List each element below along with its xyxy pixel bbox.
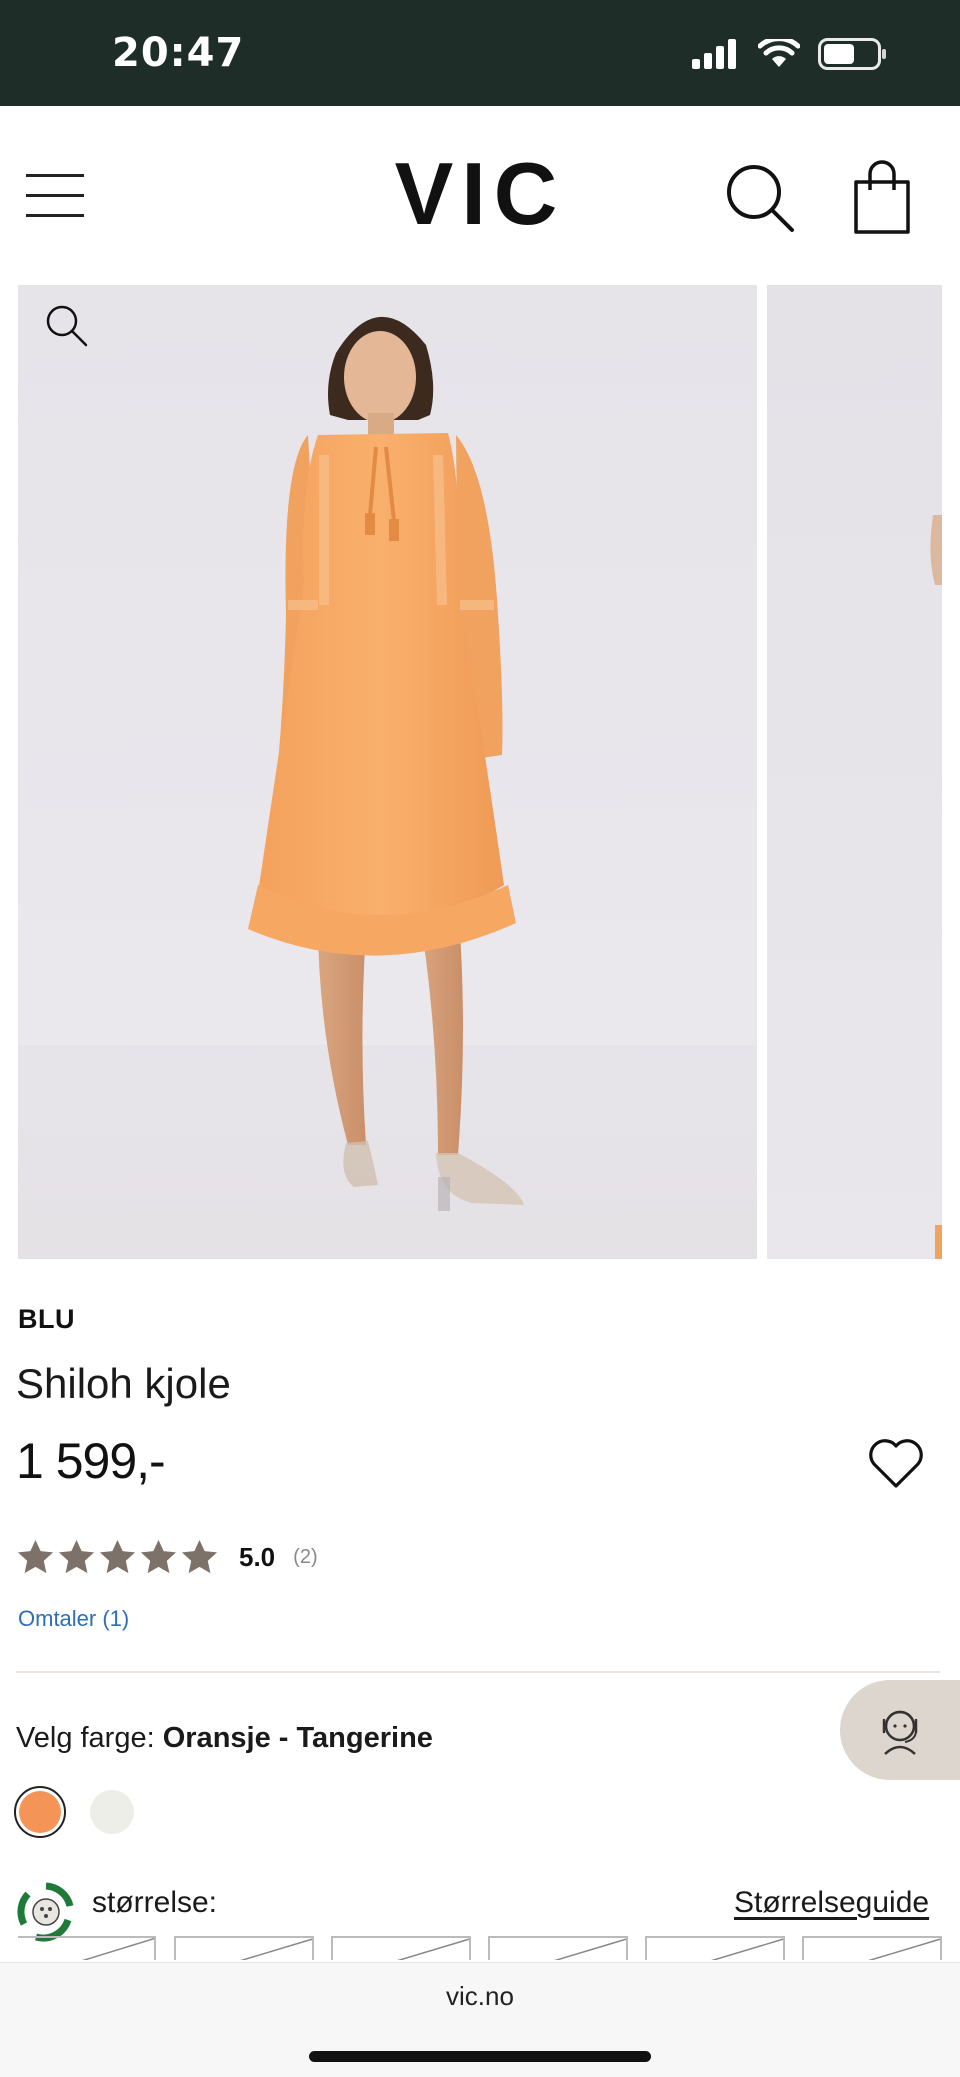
size-option[interactable]: [488, 1936, 628, 1960]
wifi-icon: [758, 39, 800, 67]
reviews-link[interactable]: Omtaler (1): [18, 1606, 129, 1632]
star-icon: [181, 1539, 218, 1574]
product-price: 1 599,-: [16, 1433, 166, 1489]
zoom-icon[interactable]: [42, 301, 92, 351]
rating-stars: [16, 1538, 219, 1577]
heart-icon[interactable]: [866, 1436, 926, 1492]
size-option[interactable]: [174, 1936, 314, 1960]
unavailable-slash: [397, 1938, 469, 1960]
menu-icon: [26, 174, 84, 177]
rating-count: (2): [293, 1546, 318, 1568]
star-icon: [17, 1539, 54, 1574]
product-brand[interactable]: BLU: [18, 1304, 75, 1335]
unavailable-slash: [554, 1938, 626, 1960]
battery-icon: [818, 38, 886, 70]
browser-url[interactable]: vic.no: [0, 1981, 960, 2012]
product-rating[interactable]: 5.0 (2): [16, 1538, 318, 1577]
unavailable-slash: [711, 1938, 783, 1960]
size-option[interactable]: [802, 1936, 942, 1960]
rating-score: 5.0: [239, 1542, 276, 1572]
home-indicator[interactable]: [309, 2051, 651, 2062]
star-icon: [58, 1539, 95, 1574]
menu-icon-bar: [26, 194, 84, 197]
product-image-gallery[interactable]: [18, 285, 942, 1259]
product-image[interactable]: [18, 285, 757, 1259]
star-icon: [99, 1539, 136, 1574]
next-product-image[interactable]: [767, 285, 942, 1259]
color-label: Velg farge:: [16, 1722, 155, 1754]
size-guide-link[interactable]: Størrelseguide: [734, 1886, 929, 1920]
color-selector-label: Velg farge: Oransje - Tangerine: [16, 1722, 433, 1755]
search-icon[interactable]: [724, 162, 796, 234]
customer-service-button[interactable]: [840, 1680, 960, 1780]
size-option[interactable]: [331, 1936, 471, 1960]
unavailable-slash: [240, 1938, 312, 1960]
color-swatch-orange[interactable]: [14, 1786, 66, 1838]
status-bar: 20:47: [0, 0, 960, 106]
vic-logo[interactable]: VIC: [380, 146, 580, 236]
logo-text: VIC: [395, 146, 566, 236]
next-image-peek: [930, 515, 942, 1259]
size-option[interactable]: [645, 1936, 785, 1960]
model-photo: [18, 316, 757, 1259]
selected-color-name: Oransje - Tangerine: [162, 1722, 433, 1754]
section-divider: [16, 1671, 940, 1673]
cellular-signal-icon: [692, 39, 736, 69]
menu-icon-bar: [26, 214, 84, 217]
browser-address-bar[interactable]: vic.no: [0, 1962, 960, 2077]
color-swatch-fill: [19, 1791, 61, 1833]
site-header: VIC: [0, 106, 960, 284]
support-agent-icon: [882, 1710, 918, 1755]
status-time: 20:47: [112, 30, 245, 76]
shopping-bag-icon[interactable]: [850, 160, 914, 236]
star-icon: [140, 1539, 177, 1574]
unavailable-slash: [81, 1938, 154, 1960]
size-selector-label: størrelse:: [92, 1886, 218, 1919]
product-title: Shiloh kjole: [16, 1360, 231, 1407]
color-swatch-white[interactable]: [90, 1790, 134, 1834]
size-option[interactable]: [18, 1936, 156, 1960]
unavailable-slash: [868, 1938, 940, 1960]
menu-button[interactable]: [26, 170, 86, 220]
eco-recycle-icon[interactable]: [14, 1880, 78, 1944]
status-icons: [692, 38, 888, 70]
